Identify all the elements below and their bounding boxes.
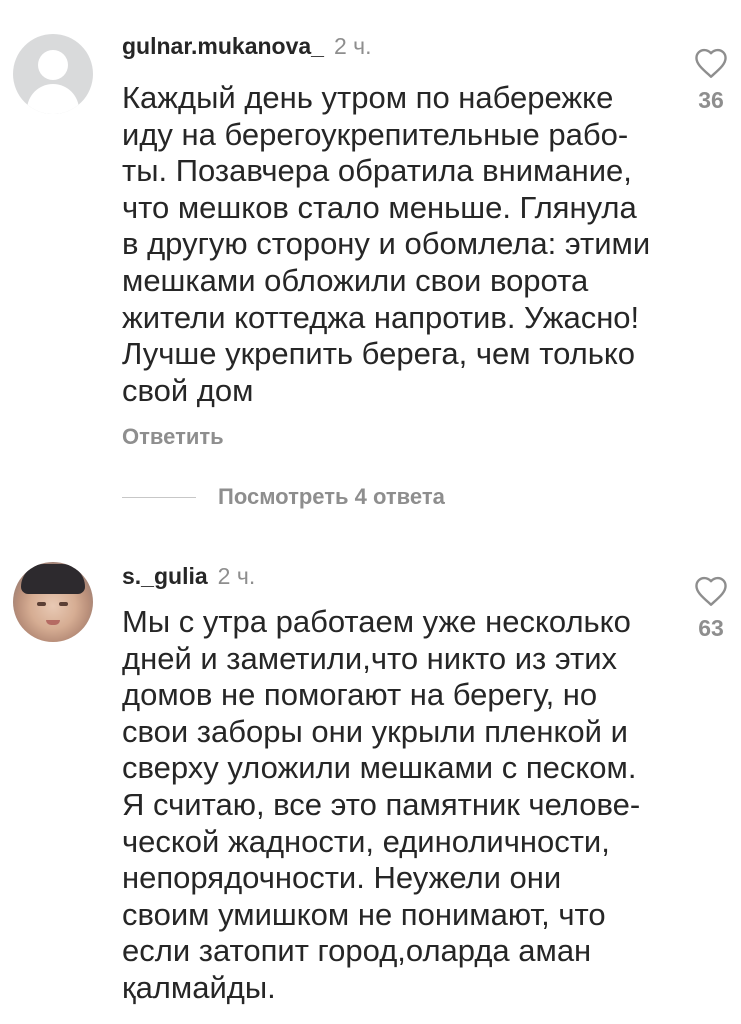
comment-2: s._gulia 2 ч. Мы с утра работаем уже неск…: [0, 0, 741, 1024]
avatar[interactable]: [13, 562, 93, 642]
username[interactable]: s._gulia: [122, 563, 208, 589]
avatar-photo-eye: [37, 602, 46, 606]
timestamp: 2 ч.: [217, 563, 256, 589]
comment-text: Мы с утра работаем уже несколько дней и …: [122, 604, 641, 1005]
avatar-photo-hair: [21, 564, 85, 594]
like-count: 63: [698, 615, 724, 641]
comment-meta: s._gulia 2 ч.: [122, 562, 255, 590]
avatar-photo-eye: [59, 602, 68, 606]
avatar-photo-mouth: [46, 620, 60, 625]
like-button[interactable]: 63: [688, 574, 734, 642]
heart-outline-icon: [695, 576, 727, 606]
